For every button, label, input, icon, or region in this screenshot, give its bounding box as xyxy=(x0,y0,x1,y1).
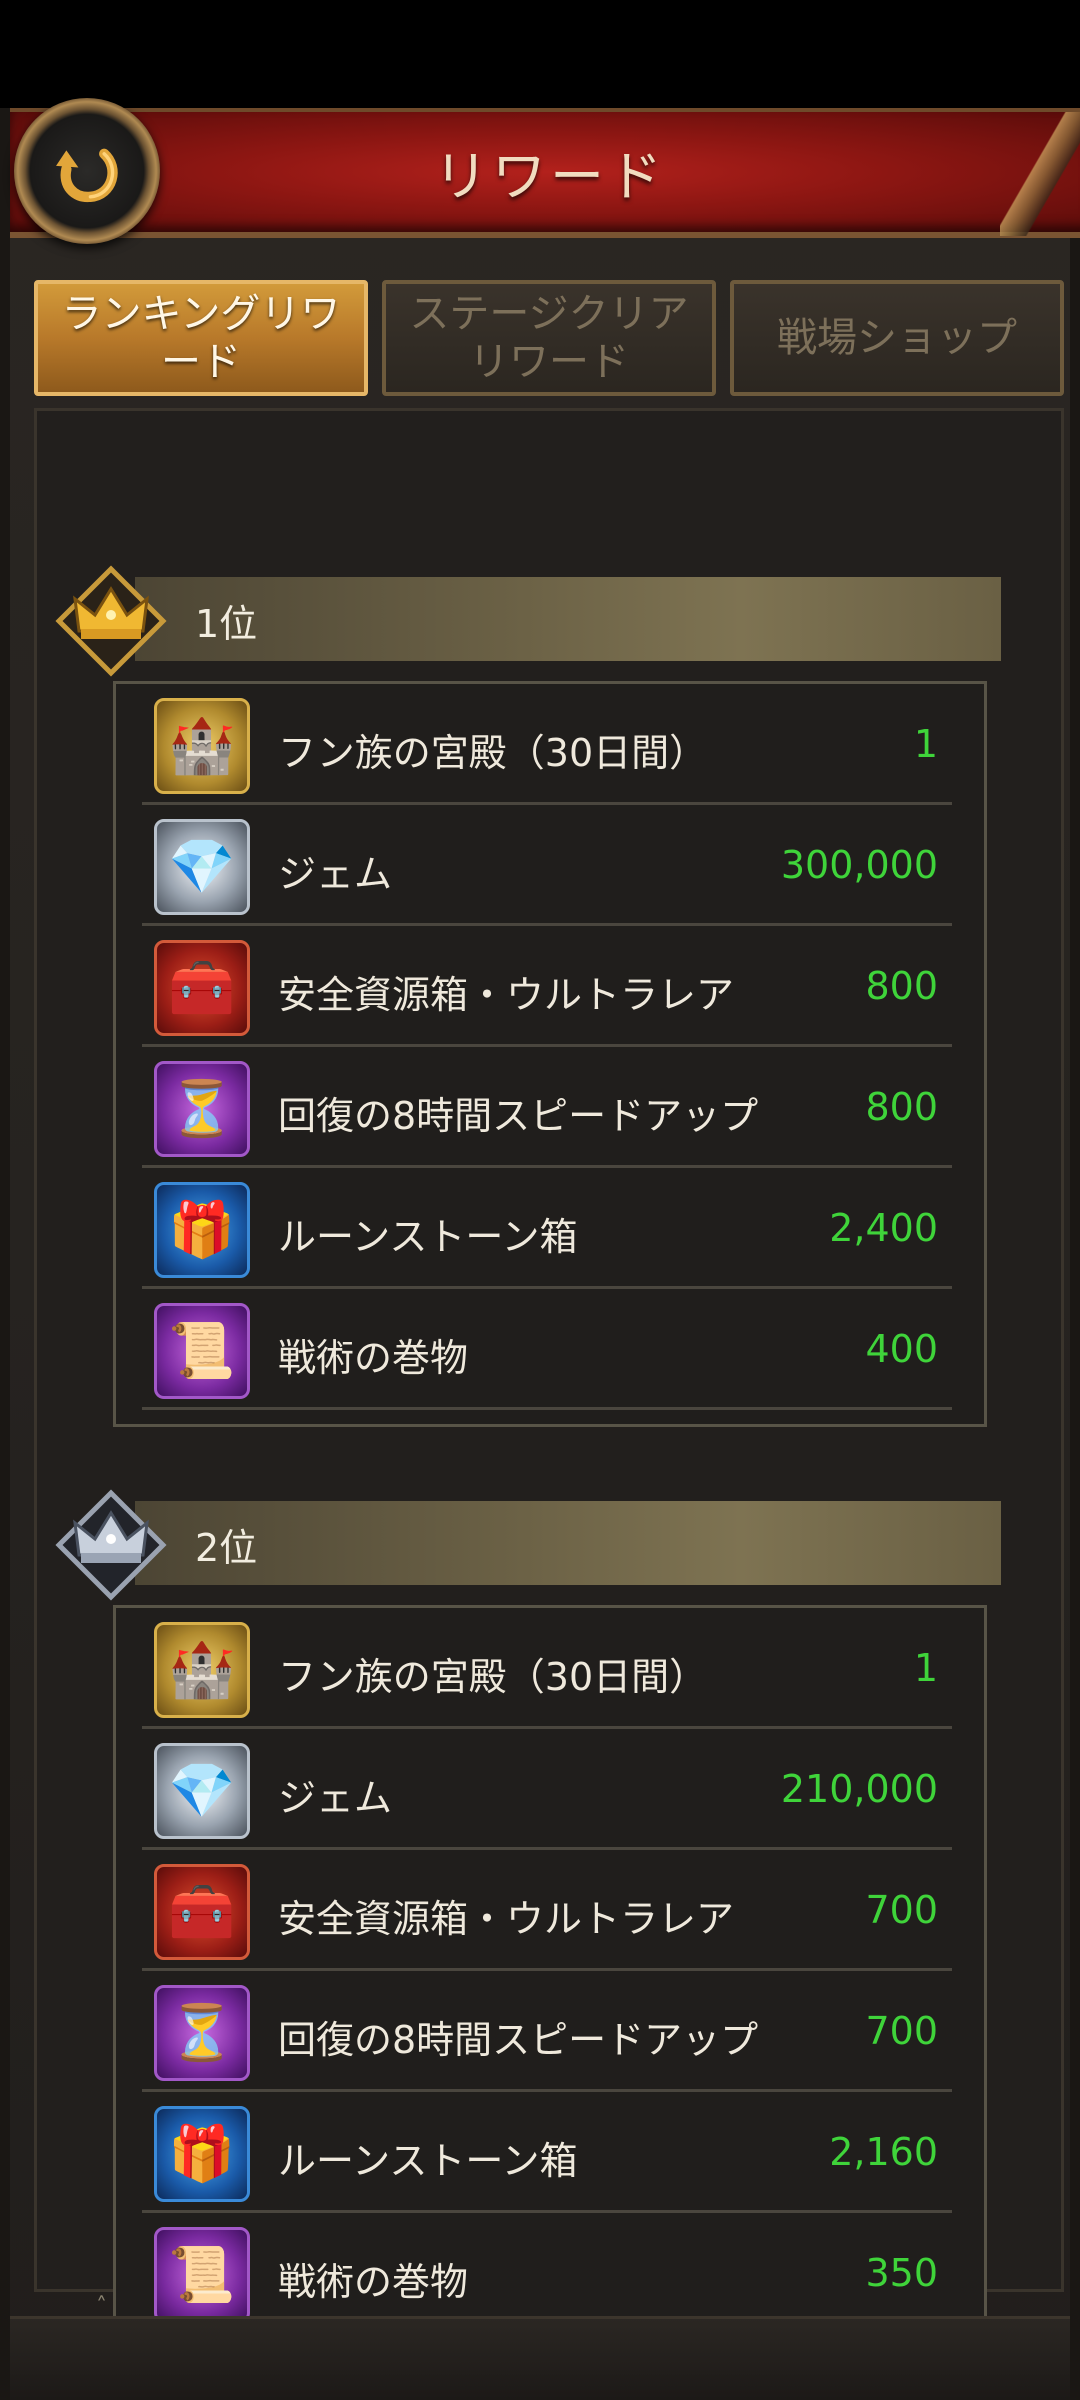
runestone-chest-icon: 🎁 xyxy=(154,1182,250,1278)
item-name: 回復の8時間スピードアップ xyxy=(278,2018,759,2062)
gem-icon: 💎 xyxy=(154,819,250,915)
item-name: ジェム xyxy=(278,1776,393,1820)
item-name: ルーンストーン箱 xyxy=(278,1215,578,1259)
header-bar: リワード xyxy=(10,108,1080,238)
gold-crown-icon xyxy=(55,565,167,677)
item-name: 安全資源箱・ウルトラレア xyxy=(278,973,735,1017)
scroll-icon: 📜 xyxy=(154,2227,250,2323)
tab-stage-clear-reward[interactable]: ステージクリアリワード xyxy=(382,280,716,396)
back-button[interactable] xyxy=(14,98,160,244)
gem-icon: 💎 xyxy=(154,1743,250,1839)
reward-item-resource-chest: 🧰 安全資源箱・ウルトラレア 700 xyxy=(142,1850,952,1971)
reward-item-runestone-chest: 🎁 ルーンストーン箱 2,160 xyxy=(142,2092,952,2213)
tab-bar: ランキングリワード ステージクリアリワード 戦場ショップ xyxy=(34,280,1064,404)
item-name: ルーンストーン箱 xyxy=(278,2139,578,2183)
rank-label: 1位 xyxy=(195,602,258,646)
item-count: 1 xyxy=(913,722,938,766)
palace-icon: 🏰 xyxy=(154,698,250,794)
item-count: 400 xyxy=(865,1327,938,1371)
status-bar xyxy=(0,0,1080,108)
item-count: 300,000 xyxy=(780,843,938,887)
runestone-chest-icon: 🎁 xyxy=(154,2106,250,2202)
item-name: フン族の宮殿（30日間） xyxy=(278,1655,708,1699)
resource-chest-icon: 🧰 xyxy=(154,940,250,1036)
reward-list-panel[interactable]: 1位 🏰 フン族の宮殿（30日間） 1 💎 ジェム 300,000 🧰 安全資源… xyxy=(34,408,1064,2351)
item-name: 戦術の巻物 xyxy=(278,2260,469,2304)
item-name: 回復の8時間スピードアップ xyxy=(278,1094,759,1138)
palace-icon: 🏰 xyxy=(154,1622,250,1718)
reward-window: リワード ランキングリワード ステージクリアリワード 戦場ショップ 1位 🏰 フ… xyxy=(0,98,1080,2400)
item-count: 2,160 xyxy=(829,2130,938,2174)
reward-item-resource-chest: 🧰 安全資源箱・ウルトラレア 800 xyxy=(142,926,952,1047)
item-name: 安全資源箱・ウルトラレア xyxy=(278,1897,735,1941)
back-arrow-icon xyxy=(56,148,118,202)
item-count: 800 xyxy=(865,964,938,1008)
item-count: 700 xyxy=(865,2009,938,2053)
reward-item-palace: 🏰 フン族の宮殿（30日間） 1 xyxy=(142,1608,952,1729)
rank-header-bar xyxy=(135,577,1001,661)
bottom-bar xyxy=(10,2316,1070,2400)
item-name: ジェム xyxy=(278,852,393,896)
tab-battlefield-shop[interactable]: 戦場ショップ xyxy=(730,280,1064,396)
hourglass-speedup-icon: ⏳ xyxy=(154,1985,250,2081)
item-count: 350 xyxy=(865,2251,938,2295)
reward-item-list: 🏰 フン族の宮殿（30日間） 1 💎 ジェム 300,000 🧰 安全資源箱・ウ… xyxy=(113,681,987,1427)
item-count: 1 xyxy=(913,1646,938,1690)
rank-header-bar xyxy=(135,1501,1001,1585)
page-title: リワード xyxy=(434,145,666,208)
item-name: 戦術の巻物 xyxy=(278,1336,469,1380)
reward-item-gem: 💎 ジェム 210,000 xyxy=(142,1729,952,1850)
hourglass-speedup-icon: ⏳ xyxy=(154,1061,250,1157)
reward-item-gem: 💎 ジェム 300,000 xyxy=(142,805,952,926)
item-count: 700 xyxy=(865,1888,938,1932)
tab-ranking-reward[interactable]: ランキングリワード xyxy=(34,280,368,396)
silver-crown-icon xyxy=(55,1489,167,1601)
item-count: 210,000 xyxy=(780,1767,938,1811)
reward-item-list: 🏰 フン族の宮殿（30日間） 1 💎 ジェム 210,000 🧰 安全資源箱・ウ… xyxy=(113,1605,987,2351)
rank-label: 2位 xyxy=(195,1526,258,1570)
reward-item-palace: 🏰 フン族の宮殿（30日間） 1 xyxy=(142,684,952,805)
reward-item-runestone-chest: 🎁 ルーンストーン箱 2,400 xyxy=(142,1168,952,1289)
reward-item-speedup: ⏳ 回復の8時間スピードアップ 700 xyxy=(142,1971,952,2092)
item-count: 800 xyxy=(865,1085,938,1129)
reward-item-speedup: ⏳ 回復の8時間スピードアップ 800 xyxy=(142,1047,952,1168)
item-count: 2,400 xyxy=(829,1206,938,1250)
resource-chest-icon: 🧰 xyxy=(154,1864,250,1960)
item-name: フン族の宮殿（30日間） xyxy=(278,731,708,775)
scroll-icon: 📜 xyxy=(154,1303,250,1399)
reward-item-scroll: 📜 戦術の巻物 400 xyxy=(142,1289,952,1410)
